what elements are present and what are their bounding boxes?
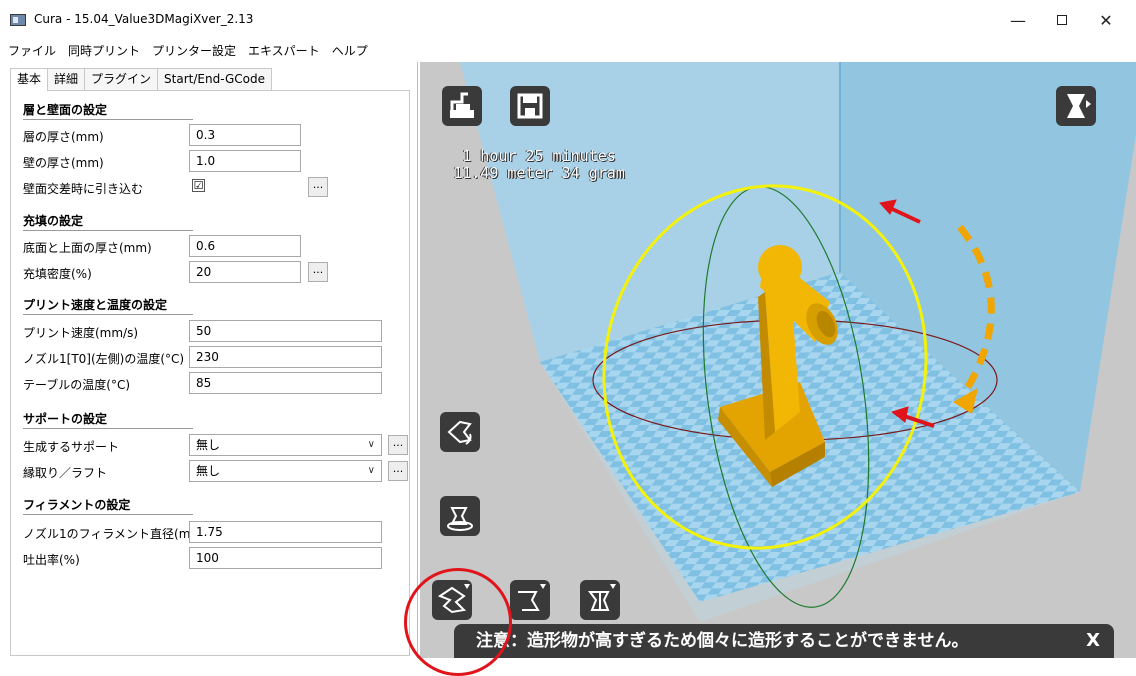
maximize-button[interactable] xyxy=(1040,6,1084,36)
warning-text: 注意：造形物が高すぎるため個々に造形することができません。 xyxy=(476,631,969,651)
retraction-checkbox[interactable]: ☑ xyxy=(192,179,205,192)
rotate-reset-icon xyxy=(447,420,472,445)
retraction-more-button[interactable]: ... xyxy=(308,177,328,197)
tab-plugins[interactable]: プラグイン xyxy=(84,68,159,90)
print-material-text: 11.49 meter 34 gram xyxy=(453,164,625,182)
window-title: Cura - 15.04_Value3DMagiXver_2.13 xyxy=(34,12,254,26)
print-speed-field[interactable]: 50 xyxy=(189,320,382,342)
layer-height-field[interactable]: 0.3 xyxy=(189,124,301,146)
filament-diameter-label: ノズル1のフィラメント直径(mm) xyxy=(23,527,207,541)
bed-temp-field[interactable]: 85 xyxy=(189,372,382,394)
wall-thickness-field[interactable]: 1.0 xyxy=(189,150,301,172)
top-bottom-thickness-label: 底面と上面の厚さ(mm) xyxy=(23,241,152,255)
section-divider xyxy=(23,230,193,231)
maximize-icon xyxy=(1057,15,1067,25)
chevron-down-icon: ∨ xyxy=(367,439,375,450)
close-icon: ✕ xyxy=(1099,11,1113,30)
menu-simultaneous-print[interactable]: 同時プリント xyxy=(68,40,140,62)
section-divider xyxy=(23,119,193,120)
view-mode-button[interactable] xyxy=(1056,86,1096,126)
save-gcode-button[interactable] xyxy=(510,86,550,126)
section-title-wall: 層と壁面の設定 xyxy=(23,103,108,117)
flow-label: 吐出率(%) xyxy=(23,553,80,567)
flow-field[interactable]: 100 xyxy=(189,547,382,569)
section-title-support: サポートの設定 xyxy=(23,412,108,426)
load-model-icon xyxy=(450,92,474,118)
mirror-tool-button[interactable] xyxy=(580,580,620,620)
filament-diameter-field[interactable]: 1.75 xyxy=(189,521,382,543)
load-model-button[interactable] xyxy=(442,86,482,126)
retraction-label: 壁面交差時に引き込む xyxy=(23,182,144,196)
adhesion-select[interactable]: 無し ∨ xyxy=(189,460,382,482)
chevron-down-icon: ∨ xyxy=(367,465,375,476)
section-divider xyxy=(23,514,193,515)
support-type-select[interactable]: 無し ∨ xyxy=(189,434,382,456)
minimize-button[interactable]: — xyxy=(996,6,1040,36)
section-divider xyxy=(23,428,193,429)
bed-temp-label: テーブルの温度(°C) xyxy=(23,378,131,392)
scale-tool-icon xyxy=(518,584,546,611)
close-button[interactable]: ✕ xyxy=(1084,6,1128,36)
support-type-more-button[interactable]: ... xyxy=(388,435,408,455)
section-divider xyxy=(23,314,193,315)
minimize-icon: — xyxy=(1010,11,1026,30)
settings-panel: 基本 詳細 プラグイン Start/End-GCode 層と壁面の設定 層の厚さ… xyxy=(0,62,418,658)
adhesion-value: 無し xyxy=(196,464,221,478)
scale-tool-button[interactable] xyxy=(510,580,550,620)
print-time-text: 1 hour 25 minutes xyxy=(462,147,616,165)
rotate-reset-button[interactable] xyxy=(440,412,480,452)
menu-bar: ファイル 同時プリント プリンター設定 エキスパート ヘルプ xyxy=(0,40,420,62)
section-title-filament: フィラメントの設定 xyxy=(23,498,131,512)
lay-flat-icon xyxy=(447,507,473,531)
nozzle-temp-label: ノズル1[T0](左側)の温度(°C) xyxy=(23,352,185,366)
adhesion-more-button[interactable]: ... xyxy=(388,461,408,481)
section-title-fill: 充填の設定 xyxy=(23,214,84,228)
wall-thickness-label: 壁の厚さ(mm) xyxy=(23,156,104,170)
menu-printer-settings[interactable]: プリンター設定 xyxy=(152,40,236,62)
save-icon xyxy=(517,93,543,119)
view-mode-icon xyxy=(1067,94,1091,118)
mirror-tool-icon xyxy=(588,584,616,611)
lay-flat-button[interactable] xyxy=(440,496,480,536)
print-speed-label: プリント速度(mm/s) xyxy=(23,326,139,340)
nozzle-temp-field[interactable]: 230 xyxy=(189,346,382,368)
support-type-label: 生成するサポート xyxy=(23,440,120,454)
support-type-value: 無し xyxy=(196,438,221,452)
warning-close-button[interactable]: X xyxy=(1086,624,1100,658)
tab-start-end-gcode[interactable]: Start/End-GCode xyxy=(157,68,272,90)
tab-advanced[interactable]: 詳細 xyxy=(47,68,86,90)
fill-density-label: 充填密度(%) xyxy=(23,267,92,281)
menu-expert[interactable]: エキスパート xyxy=(248,40,320,62)
fill-density-field[interactable]: 20 xyxy=(189,261,301,283)
basic-settings-content: 層と壁面の設定 層の厚さ(mm) 0.3 壁の厚さ(mm) 1.0 壁面交差時に… xyxy=(10,90,410,656)
fill-density-more-button[interactable]: ... xyxy=(308,262,328,282)
3d-viewport[interactable]: 1 hour 25 minutes 11.49 meter 34 gram 注意… xyxy=(420,62,1136,658)
menu-file[interactable]: ファイル xyxy=(8,40,56,62)
section-title-speed-temp: プリント速度と温度の設定 xyxy=(23,298,168,312)
print-estimate: 1 hour 25 minutes 11.49 meter 34 gram xyxy=(430,148,648,182)
warning-bar: 注意：造形物が高すぎるため個々に造形することができません。 X xyxy=(454,624,1114,658)
layer-height-label: 層の厚さ(mm) xyxy=(23,130,104,144)
menu-help[interactable]: ヘルプ xyxy=(332,40,368,62)
tab-basic[interactable]: 基本 xyxy=(10,68,49,91)
adhesion-label: 縁取り／ラフト xyxy=(23,466,108,480)
highlight-circle xyxy=(404,568,512,676)
app-icon xyxy=(10,14,26,26)
top-bottom-thickness-field[interactable]: 0.6 xyxy=(189,235,301,257)
title-bar: Cura - 15.04_Value3DMagiXver_2.13 — ✕ xyxy=(0,0,1136,40)
settings-tabs: 基本 詳細 プラグイン Start/End-GCode xyxy=(10,68,272,91)
